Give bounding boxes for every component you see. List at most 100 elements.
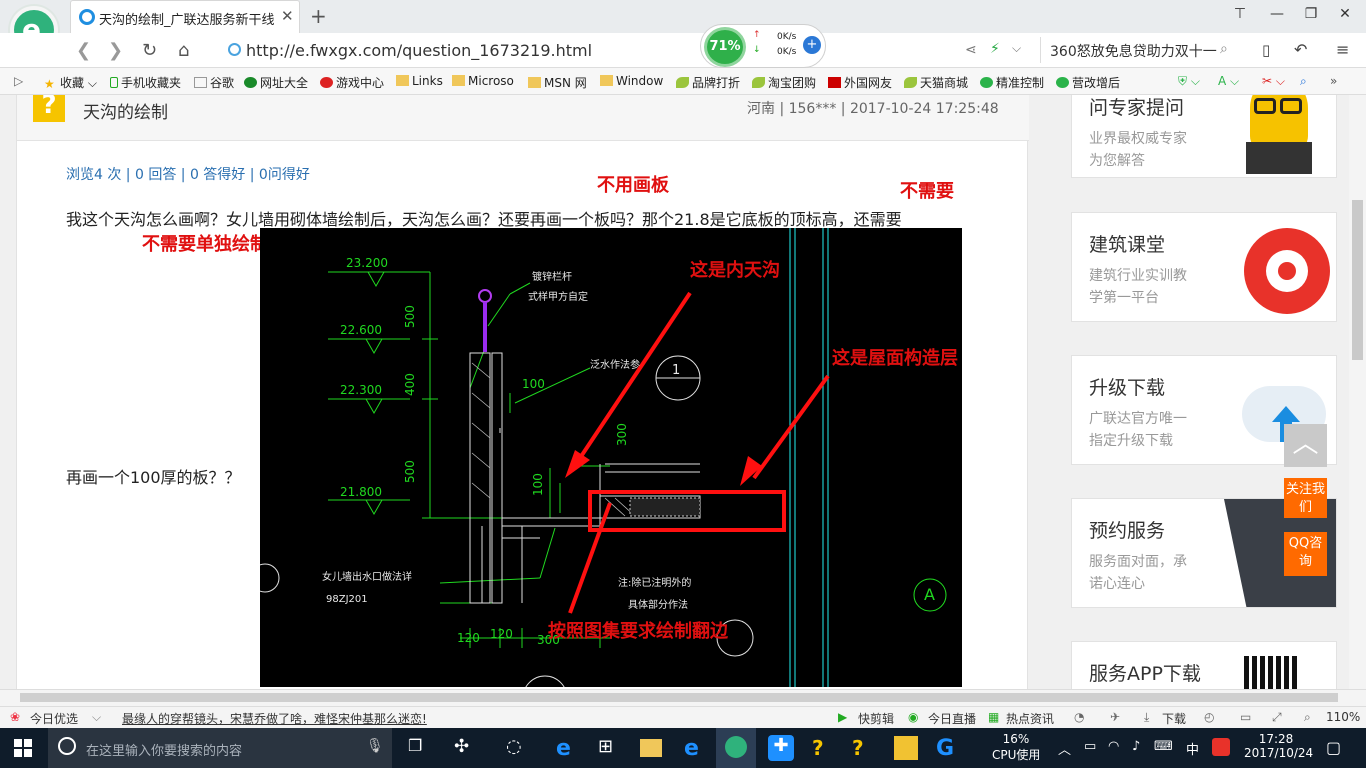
home-icon[interactable]: ⌂ [178, 40, 189, 61]
file-explorer-icon[interactable] [640, 739, 662, 757]
battery-icon[interactable]: ▭ [1084, 739, 1096, 754]
glodon-app-icon[interactable]: ? [812, 736, 836, 760]
tab-favicon-icon [79, 9, 95, 25]
drawing-note: 泛水作法参 [590, 358, 640, 371]
shield-icon[interactable]: ⛨ ⌵ [1178, 74, 1200, 89]
notification-icon[interactable]: ▢ [1326, 738, 1341, 757]
bookmark-item[interactable]: 淘宝团购 [752, 74, 816, 91]
menu-icon[interactable]: ≡ [1336, 40, 1349, 59]
follow-us-button[interactable]: 关注我们 [1284, 478, 1327, 518]
elev-label: 22.300 [340, 383, 382, 397]
minimize-icon[interactable]: — [1262, 6, 1292, 22]
fullscreen-icon[interactable]: ⤢ [1272, 710, 1282, 725]
window-icon[interactable]: ▭ [1240, 710, 1251, 724]
hot-news-link[interactable]: 热点资讯 [1006, 710, 1054, 727]
clock[interactable]: 17:28 2017/10/24 [1244, 732, 1313, 760]
translate-icon[interactable]: A ⌵ [1218, 74, 1239, 89]
scissors-icon[interactable]: ✂ ⌵ [1262, 74, 1285, 89]
ie-icon[interactable]: e [684, 736, 708, 761]
chevron-down-icon[interactable]: ⌵ [1012, 41, 1021, 56]
news-link[interactable]: 最缘人的穿帮镜头，宋慧乔做了啥，难怪宋仲基那么迷恋! [122, 710, 427, 727]
zoom-level[interactable]: 110% [1326, 710, 1360, 724]
notes-app-icon[interactable] [894, 736, 918, 760]
magnifier-icon[interactable]: ⌕ [1300, 74, 1307, 89]
windows-start-icon[interactable] [14, 739, 32, 757]
speed-widget[interactable]: 71% ↑ ↓ 0K/s 0K/s + [700, 24, 826, 68]
bookmark-item[interactable]: Links [396, 74, 443, 88]
bookmark-item[interactable]: 谷歌 [194, 74, 234, 91]
live-link[interactable]: 今日直播 [928, 710, 976, 727]
volume-icon[interactable]: ♪ [1132, 739, 1140, 754]
ime-indicator[interactable]: 中 [1186, 739, 1199, 758]
search-input[interactable]: 360怒放免息贷助力双十一 [1050, 41, 1217, 61]
sidebar-card-course[interactable]: 建筑课堂 建筑行业实训教 学第一平台 [1071, 212, 1337, 322]
shirt-icon[interactable]: ⊤ [1225, 6, 1255, 22]
refresh-icon[interactable]: ↻ [142, 40, 157, 61]
chevron-down-icon[interactable]: ⌵ [92, 710, 101, 725]
vertical-scrollbar[interactable] [1349, 95, 1366, 689]
bookmark-item[interactable]: 天猫商城 [904, 74, 968, 91]
download-link[interactable]: 下载 [1162, 710, 1186, 727]
bookmark-item[interactable]: ★ 收藏 ⌵ [44, 74, 97, 91]
new-tab-icon[interactable]: + [310, 4, 327, 28]
history-icon[interactable]: ◴ [1204, 710, 1214, 724]
tray-up-icon[interactable]: ︿ [1058, 739, 1071, 758]
glodon-app-icon-2[interactable]: ? [852, 736, 876, 760]
sidebar-card-expert[interactable]: 问专家提问 业界最权威专家 为您解答 [1071, 95, 1337, 178]
horizontal-scrollbar-thumb[interactable] [20, 693, 1338, 702]
forward-icon[interactable]: ❯ [108, 40, 123, 61]
qq-consult-button[interactable]: QQ咨询 [1284, 532, 1327, 576]
back-icon[interactable]: ❮ [76, 40, 91, 61]
flash-icon[interactable]: ⚡ [990, 41, 1000, 57]
phone-icon[interactable]: ▯ [1262, 41, 1270, 59]
secure-icon [228, 43, 241, 56]
bookmark-item[interactable]: Window [600, 74, 663, 88]
quick-edit-link[interactable]: 快剪辑 [858, 710, 894, 727]
search-icon[interactable]: ⌕ [1220, 41, 1228, 57]
restore-icon[interactable]: ❐ [1296, 6, 1326, 22]
app-plus-icon[interactable]: ✚ [768, 735, 794, 761]
keyboard-icon[interactable]: ⌨ [1154, 739, 1173, 754]
address-bar[interactable]: http://e.fwxgx.com/question_1673219.html [228, 39, 698, 63]
bookmark-item[interactable]: 精准控制 [980, 74, 1044, 91]
bookmark-item[interactable]: 外国网友 [828, 74, 892, 91]
bookmark-item[interactable]: 手机收藏夹 [110, 74, 181, 91]
tool-icon[interactable]: ✈ [1110, 710, 1120, 724]
video-icon: ▶ [838, 710, 848, 724]
tab-active[interactable]: 天沟的绘制_广联达服务新干线 ✕ [70, 0, 300, 33]
tab-close-icon[interactable]: ✕ [281, 7, 294, 25]
vertical-scrollbar-thumb[interactable] [1352, 200, 1363, 360]
tab-title: 天沟的绘制_广联达服务新干线 [99, 13, 275, 28]
bookmark-item[interactable]: 游戏中心 [320, 74, 384, 91]
browser-360-taskbar-icon[interactable]: ◌ [506, 736, 530, 760]
more-icon[interactable]: » [1330, 74, 1337, 88]
speed-icon[interactable]: ◔ [1074, 710, 1084, 724]
sidebar-toggle-icon[interactable]: ▷ [14, 74, 23, 88]
g-app-icon[interactable]: G [936, 736, 960, 761]
active-app-tile[interactable] [716, 728, 756, 768]
question-stats[interactable]: 浏览4 次 | 0 回答 | 0 答得好 | 0问得好 [66, 164, 310, 184]
bookmark-item[interactable]: 营改增后 [1056, 74, 1120, 91]
today-picks[interactable]: 今日优选 [30, 710, 78, 727]
undo-icon[interactable]: ↶ [1294, 40, 1307, 59]
cpu-usage[interactable]: 16% CPU使用 [992, 732, 1040, 763]
wifi-icon[interactable]: ◠ [1108, 739, 1119, 754]
folder-icon [528, 77, 541, 88]
bookmark-item[interactable]: Microso [452, 74, 514, 88]
bookmark-item[interactable]: 网址大全 [244, 74, 308, 91]
edge-icon[interactable]: e [556, 736, 580, 761]
speed-boost-icon[interactable]: + [803, 36, 821, 54]
sidebar-card-app[interactable]: 服务APP下载 [1071, 641, 1337, 689]
taskbar-search-input[interactable]: 在这里输入你要搜索的内容 🎙 [48, 728, 392, 768]
fan-app-icon[interactable]: ✣ [454, 736, 478, 760]
zoom-icon[interactable]: ⌕ [1304, 710, 1311, 725]
store-icon[interactable]: ⊞ [598, 736, 622, 760]
bookmark-item[interactable]: MSN 网 [528, 74, 587, 91]
bookmark-item[interactable]: 品牌打折 [676, 74, 740, 91]
close-window-icon[interactable]: ✕ [1330, 6, 1360, 22]
sogou-icon[interactable] [1212, 738, 1230, 756]
task-view-icon[interactable]: ❐ [408, 736, 432, 760]
back-to-top-button[interactable]: ︿ [1284, 424, 1327, 467]
card-title: 服务APP下载 [1089, 663, 1201, 685]
share-icon[interactable]: ⋖ [965, 42, 977, 58]
